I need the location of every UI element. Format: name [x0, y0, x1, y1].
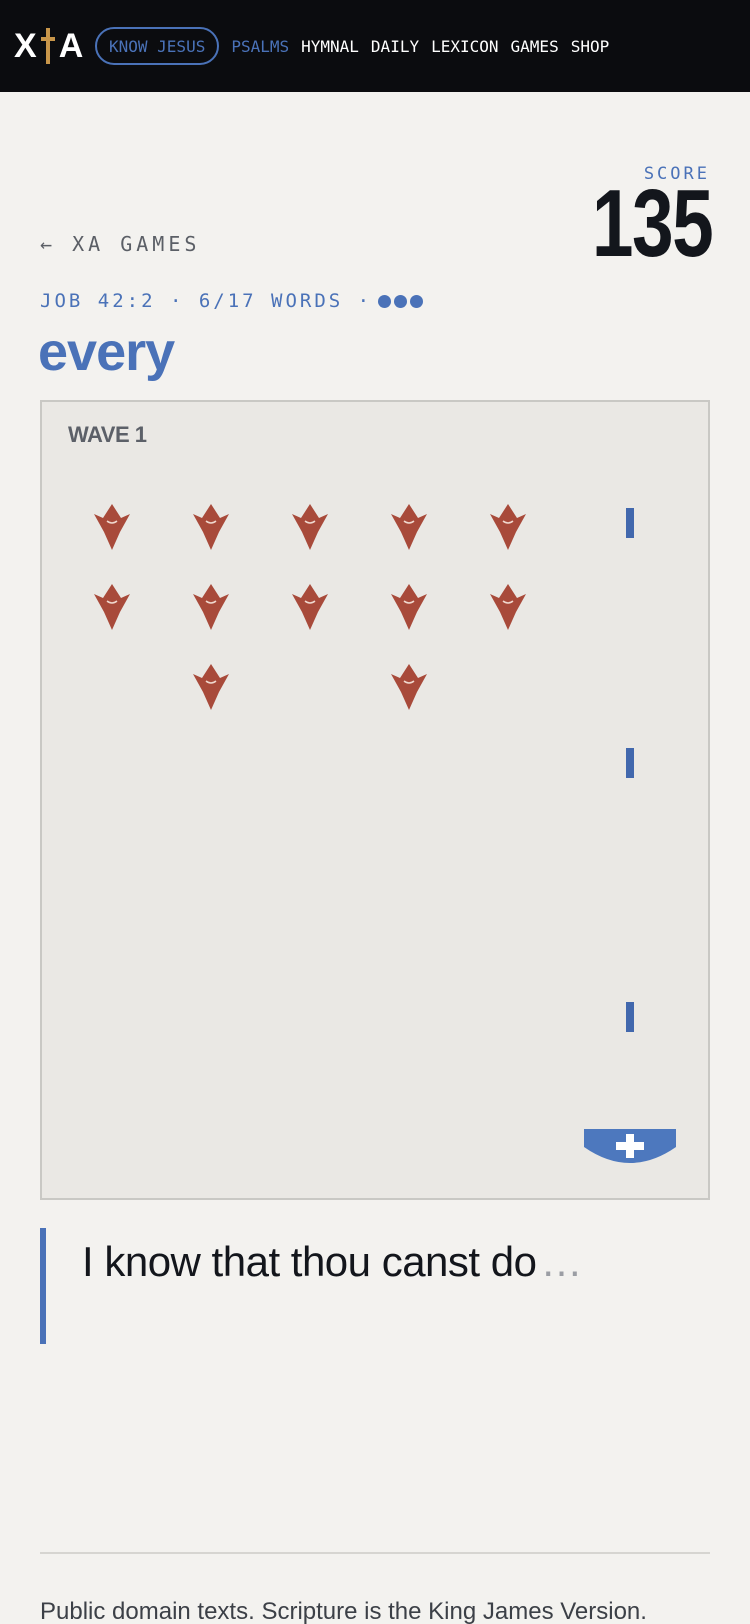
footer-divider	[40, 1552, 710, 1554]
arrowhead-invader-icon	[391, 664, 427, 710]
game-canvas[interactable]: WAVE 1	[40, 400, 710, 1200]
projectile-icon	[626, 1002, 634, 1032]
wave-label: WAVE 1	[68, 422, 147, 447]
arrowhead-invader-icon	[292, 504, 328, 550]
arrowhead-invader-icon	[391, 504, 427, 550]
arrowhead-invader-icon	[292, 584, 328, 630]
know-jesus-button[interactable]: KNOW JESUS	[95, 27, 220, 65]
logo-letter-a: A	[58, 27, 84, 65]
nav-psalms[interactable]: PSALMS	[231, 37, 289, 56]
arrowhead-invader-icon	[193, 664, 229, 710]
nav-lexicon[interactable]: LEXICON	[431, 37, 498, 56]
verse-text: I know that thou canst do…	[82, 1238, 582, 1286]
logo-letter-x: X	[14, 27, 37, 65]
verse-ellipsis: …	[540, 1238, 582, 1285]
projectile-icon	[626, 508, 634, 538]
verse-reference: JOB 42:2 · 6/17 WORDS ·	[40, 290, 373, 312]
arrowhead-invader-icon	[94, 504, 130, 550]
main-nav: KNOW JESUS PSALMS HYMNAL DAILY LEXICON G…	[95, 27, 621, 65]
life-dot-icon	[410, 294, 424, 308]
arrowhead-invader-icon	[490, 584, 526, 630]
top-navigation-bar: X A KNOW JESUS PSALMS HYMNAL DAILY LEXIC…	[0, 0, 750, 92]
verse-progress: JOB 42:2 · 6/17 WORDS ·	[40, 290, 426, 312]
cross-ship-icon[interactable]	[584, 1129, 676, 1167]
xa-logo[interactable]: X A	[14, 26, 83, 66]
arrowhead-invader-icon	[193, 504, 229, 550]
arrowhead-invader-icon	[391, 584, 427, 630]
back-to-games-link[interactable]: ← XA GAMES	[40, 232, 200, 256]
target-word: every	[38, 322, 175, 382]
score-value: 135	[591, 170, 714, 277]
verse-display: I know that thou canst do…	[40, 1228, 710, 1344]
life-dot-icon	[394, 294, 408, 308]
nav-hymnal[interactable]: HYMNAL	[301, 37, 359, 56]
footer-text: Public domain texts. Scripture is the Ki…	[40, 1598, 647, 1624]
projectile-icon	[626, 748, 634, 778]
nav-daily[interactable]: DAILY	[371, 37, 419, 56]
cross-icon	[40, 26, 56, 66]
verse-typed-text: I know that thou canst do	[82, 1238, 537, 1285]
arrowhead-invader-icon	[193, 584, 229, 630]
lives-indicator	[378, 294, 426, 308]
nav-shop[interactable]: SHOP	[571, 37, 610, 56]
arrowhead-invader-icon	[94, 584, 130, 630]
life-dot-icon	[378, 294, 392, 308]
nav-games[interactable]: GAMES	[511, 37, 559, 56]
arrowhead-invader-icon	[490, 504, 526, 550]
